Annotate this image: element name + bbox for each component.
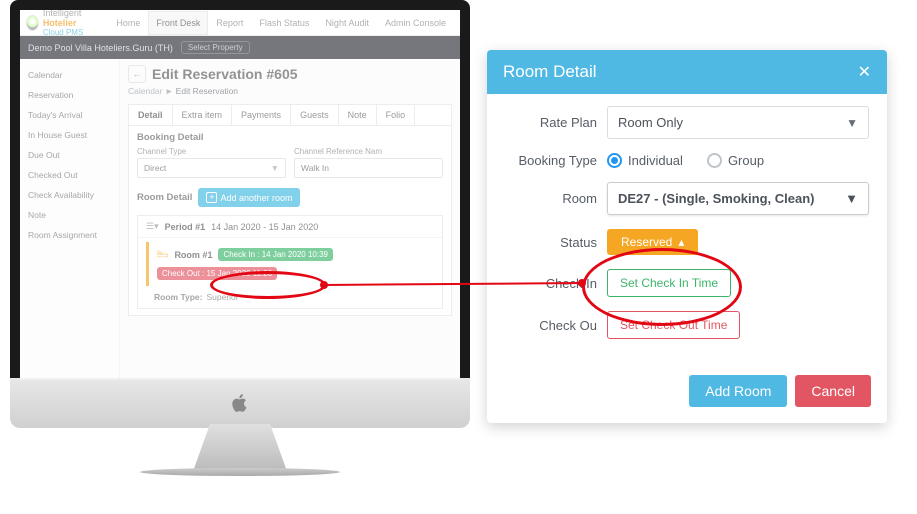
- annotation-ellipse-right: [582, 248, 742, 326]
- annotation-connector: [0, 0, 917, 514]
- annotation-ellipse-left: [210, 271, 326, 299]
